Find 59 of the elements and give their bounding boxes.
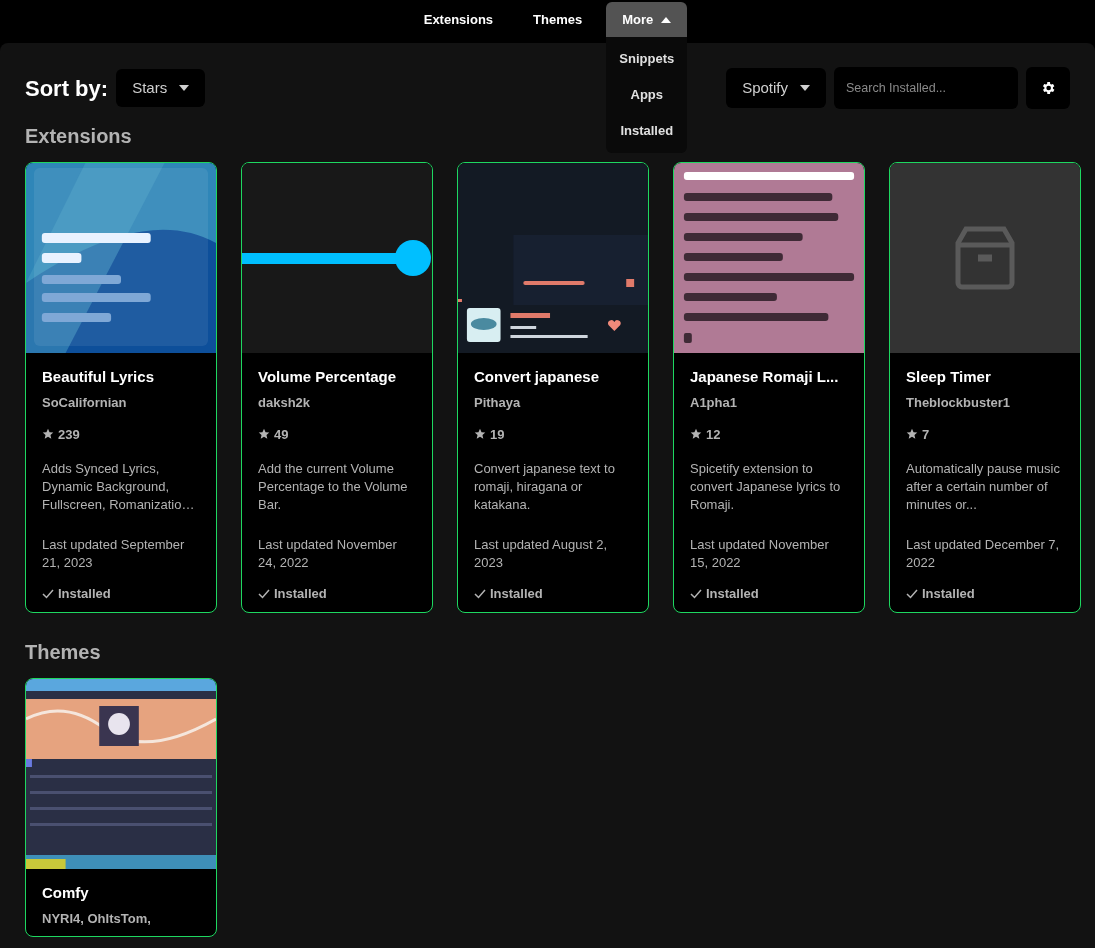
caret-icon [661,16,672,23]
star-count: 49 [274,425,289,444]
menu-item[interactable]: Snippets [606,41,688,77]
extension-card[interactable]: Beautiful Lyrics SoCalifornian 239 Adds Synced Lyrics, Dynamic Background, Fullscreen, Romanizatio… Last updated September 21, 2023 Installed [25,162,217,613]
last-updated: Last updated September 21, 2023 [42,536,186,572]
card-title: Japanese Romaji L... [690,367,840,387]
caret-icon [179,85,190,91]
star-icon [474,428,486,441]
menu-item[interactable]: Installed [606,113,688,149]
card-title: Convert japanese [474,367,601,387]
card-title: Volume Percentage [258,367,398,387]
card-description: Adds Synced Lyrics, Dynamic Background, Fullscreen, Romanizatio… [42,460,196,514]
star-count: 7 [922,425,930,444]
author-name: NYRI4, OhItsTom, [42,909,152,928]
last-updated: Last updated November 24, 2022 [258,536,398,572]
sort-dropdown[interactable]: Stars [116,69,206,107]
extension-card[interactable]: Volume Percentage daksh2k 49 Add the current Volume Percentage to the Volume Bar. Last updated November 24, 2022 Installed [241,162,433,613]
card-title: Sleep Timer [906,367,992,387]
menu-item[interactable]: Apps [606,77,688,113]
author-name: SoCalifornian [42,394,128,412]
nav-tab[interactable]: Themes [517,2,599,37]
star-icon [690,428,702,441]
star-count: 239 [58,425,80,444]
author-name: daksh2k [258,394,312,412]
section-heading: Themes [25,639,101,665]
caret-icon [800,85,810,91]
installed-status: Installed [490,585,543,603]
card-description: Automatically pause music after a certain number of minutes or... [906,460,1061,514]
star-icon [258,428,270,441]
search-field[interactable]: Search Installed... [834,67,1018,109]
extension-card[interactable]: Comfy NYRI4, OhItsTom, [25,677,217,937]
last-updated: Last updated August 2, 2023 [474,536,608,572]
section-heading: Extensions [25,124,132,149]
settings-button[interactable] [1026,67,1070,109]
nav-tab[interactable]: Extensions [407,2,510,37]
extension-card[interactable]: Sleep Timer Theblockbuster1 7 Automatically pause music after a certain number of minutes or... Last updated December 7, 2022 Installed [889,162,1081,613]
author-name: A1pha1 [690,394,738,412]
star-icon [906,428,918,441]
repo-dropdown[interactable]: Spotify [726,68,826,108]
card-description: Spicetify extension to convert Japanese lyrics to Romaji. [690,460,842,514]
last-updated: Last updated December 7, 2022 [906,536,1061,572]
card-title: Beautiful Lyrics [42,367,155,387]
installed-status: Installed [274,585,327,603]
author-name: Pithaya [474,394,522,412]
card-title: Comfy [42,882,90,903]
extension-card[interactable]: Convert japanese Pithaya 19 Convert japanese text to romaji, hiragana or katakana. Last updated August 2, 2023 Installed [457,162,649,613]
author-name: Theblockbuster1 [906,394,1012,412]
installed-status: Installed [706,585,759,603]
star-count: 19 [490,425,505,444]
sort-label: Sort by: [25,74,109,103]
settings-icon [1040,80,1056,96]
card-description: Convert japanese text to romaji, hiragana or katakana. [474,460,616,514]
card-description: Add the current Volume Percentage to the Volume Bar. [258,460,409,514]
star-count: 12 [706,425,721,444]
star-icon [42,428,54,441]
installed-status: Installed [58,585,111,603]
extension-card[interactable]: Japanese Romaji L... A1pha1 12 Spicetify extension to convert Japanese lyrics to Romaji. Last updated November 15, 2022 Installed [673,162,865,613]
installed-status: Installed [922,585,975,603]
last-updated: Last updated November 15, 2022 [690,536,830,572]
